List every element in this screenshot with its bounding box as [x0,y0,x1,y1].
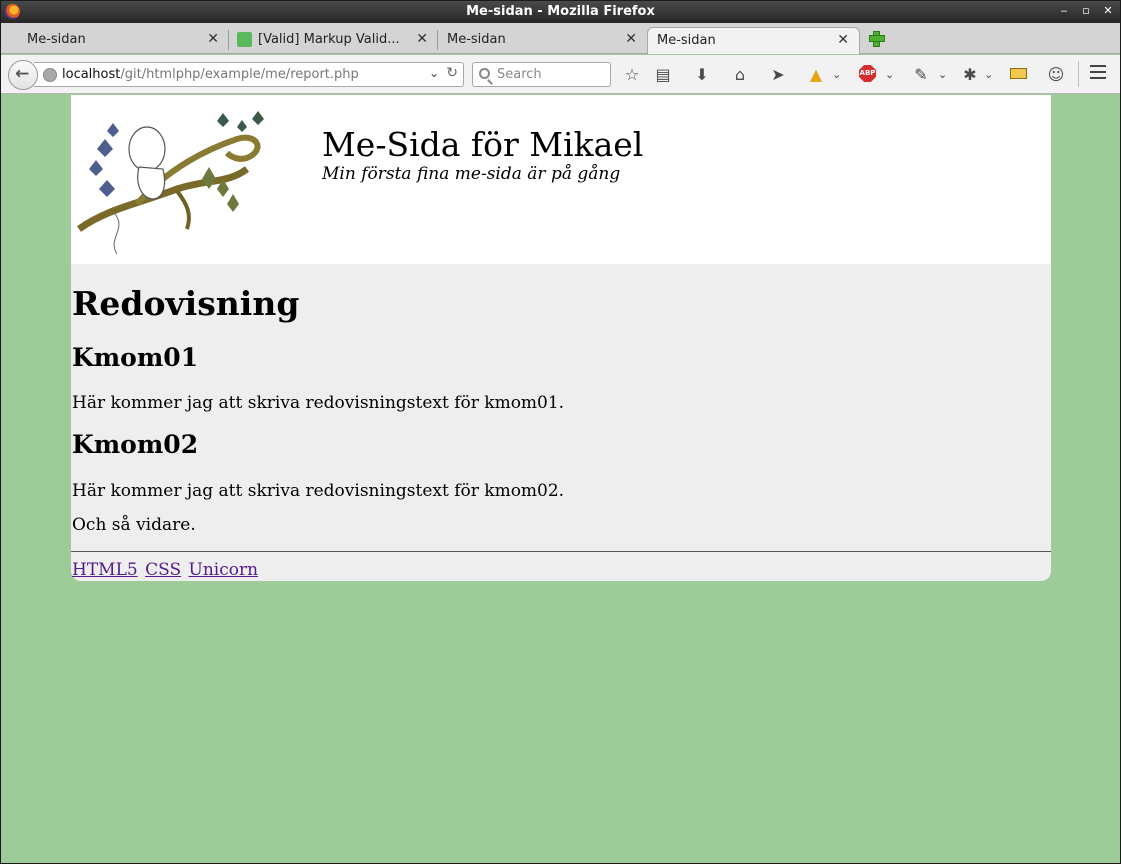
site-header: Me-Sida för Mikael Min första fina me-si… [71,95,1051,264]
browser-window: Me-sidan - Mozilla Firefox ‒ ▫ ✕ Me-sida… [0,0,1121,864]
footer-link-unicorn[interactable]: Unicorn [189,560,259,580]
validator-favicon-icon [237,32,252,47]
home-icon[interactable]: ⌂ [729,65,751,85]
back-button[interactable] [8,60,38,90]
globe-icon [43,68,57,82]
footer-link-css[interactable]: CSS [145,560,181,580]
close-tab-icon[interactable]: ✕ [416,31,428,47]
footer-link-html5[interactable]: HTML5 [72,560,138,580]
new-tab-icon[interactable] [869,31,885,47]
tab-me-sidan-2[interactable]: Me-sidan ✕ [439,27,647,54]
url-path: /git/htmlphp/example/me/report.php [120,67,359,82]
site-slogan: Min första fina me-sida är på gång [322,164,621,184]
window-title: Me-sidan - Mozilla Firefox [466,4,655,19]
section-heading-kmom01: Kmom01 [72,343,199,372]
search-bar[interactable]: Search [472,62,611,87]
logo-illustration [77,111,264,255]
section-heading-kmom02: Kmom02 [72,430,199,459]
tab-label: Me-sidan [447,32,506,47]
footer-divider [71,551,1051,552]
search-placeholder: Search [497,67,542,82]
url-text[interactable]: localhost/git/htmlphp/example/me/report.… [62,67,359,82]
site-footer: HTML5 CSS Unicorn [72,560,260,580]
close-tab-icon[interactable]: ✕ [207,31,219,47]
navigation-toolbar: localhost/git/htmlphp/example/me/report.… [1,55,1120,94]
tab-validator[interactable]: [Valid] Markup Valid... ✕ [230,27,438,54]
closing-text: Och så vidare. [72,515,196,535]
hamburger-menu-icon[interactable] [1090,65,1106,79]
ruler-icon[interactable] [1010,68,1027,79]
url-bar[interactable]: localhost/git/htmlphp/example/me/report.… [34,62,464,87]
page-title: Redovisning [72,284,300,323]
page-container: Me-Sida för Mikael Min första fina me-si… [71,95,1051,581]
tab-separator [228,30,229,50]
window-controls: ‒ ▫ ✕ [1058,4,1114,18]
star-icon[interactable]: ☆ [621,65,643,85]
section-text-kmom02: Här kommer jag att skriva redovisningste… [72,481,565,501]
clipboard-icon[interactable]: ▤ [652,65,674,85]
chevron-down-icon[interactable]: ⌄ [984,65,993,85]
smiley-icon[interactable]: ☺ [1045,65,1067,85]
chevron-down-icon[interactable]: ⌄ [832,65,841,85]
reload-icon[interactable]: ↻ [446,65,458,81]
chevron-down-icon[interactable]: ⌄ [429,66,439,80]
paper-plane-icon[interactable]: ➤ [767,65,789,85]
toolbar-separator [1078,61,1079,87]
tab-label: [Valid] Markup Valid... [258,32,400,47]
tab-separator [437,30,438,50]
tab-strip: Me-sidan ✕ [Valid] Markup Valid... ✕ Me-… [1,23,1120,54]
search-icon [479,68,490,79]
maximize-icon[interactable]: ▫ [1080,4,1092,18]
tab-label: Me-sidan [27,32,86,47]
tab-label: Me-sidan [657,33,716,48]
tab-me-sidan-1[interactable]: Me-sidan ✕ [3,27,229,54]
close-tab-icon[interactable]: ✕ [625,31,637,47]
close-window-icon[interactable]: ✕ [1102,4,1114,18]
title-bar: Me-sidan - Mozilla Firefox ‒ ▫ ✕ [1,1,1120,23]
download-arrow-icon[interactable]: ⬇ [691,65,713,85]
close-tab-icon[interactable]: ✕ [837,32,849,48]
tab-me-sidan-active[interactable]: Me-sidan ✕ [647,27,860,54]
site-title: Me-Sida för Mikael [322,125,644,164]
eyedropper-icon[interactable]: ✎ [910,65,932,85]
colorful-triangle-icon[interactable]: ▲ [805,65,827,85]
url-host: localhost [62,67,121,82]
section-text-kmom01: Här kommer jag att skriva redovisningste… [72,393,565,413]
bug-icon[interactable]: ✱ [959,65,981,85]
chevron-down-icon[interactable]: ⌄ [885,65,894,85]
chevron-down-icon[interactable]: ⌄ [938,65,947,85]
minimize-icon[interactable]: ‒ [1058,4,1070,18]
